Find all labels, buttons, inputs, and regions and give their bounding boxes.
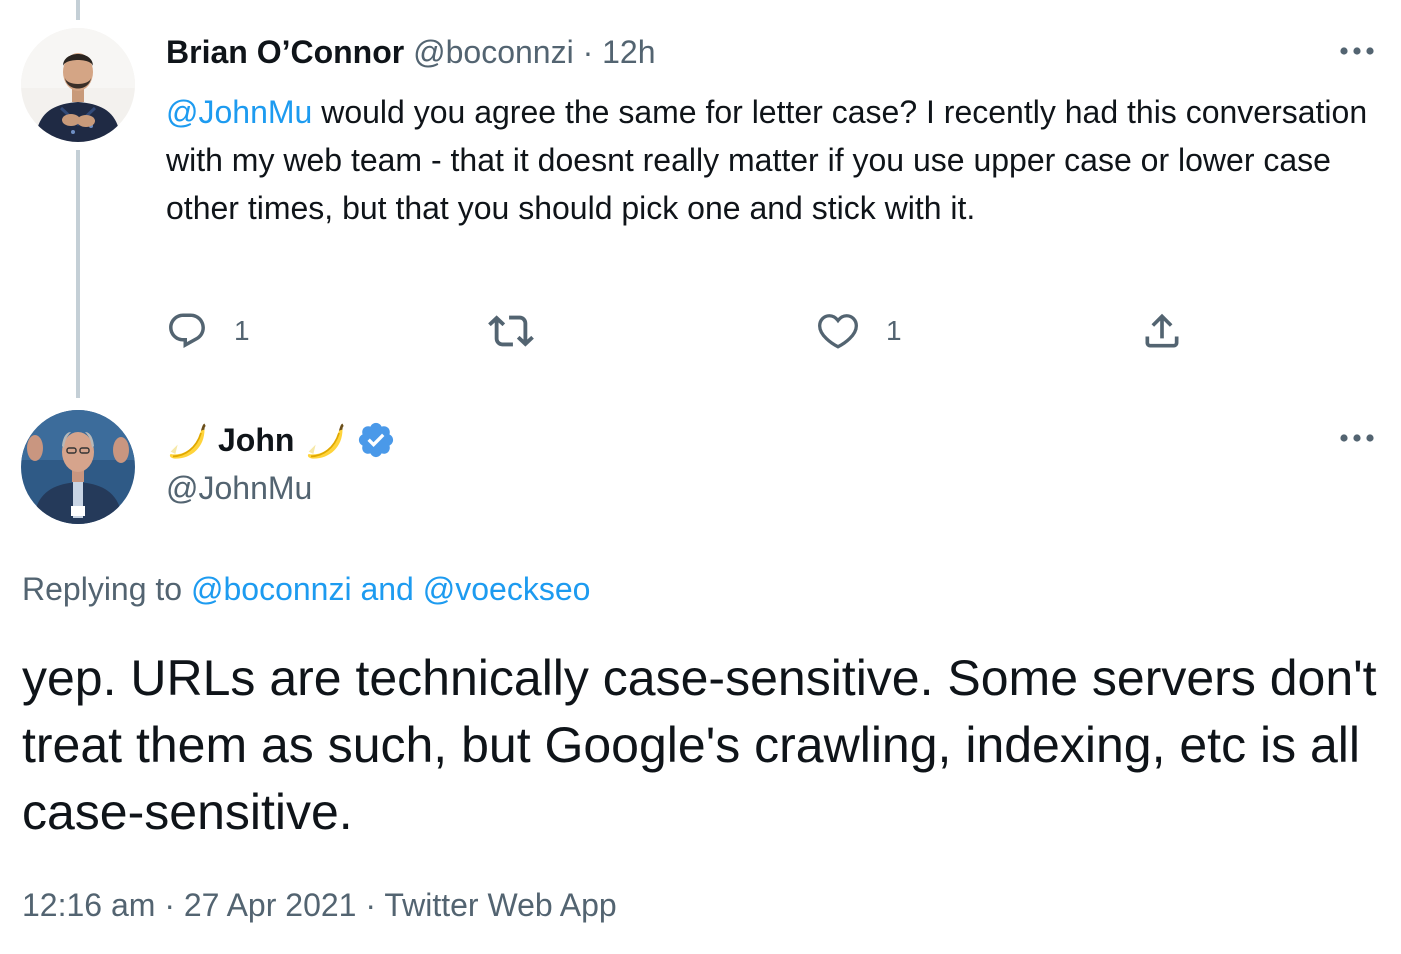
reply-button[interactable]: 1 bbox=[166, 306, 250, 356]
replying-joiner: and bbox=[351, 571, 423, 607]
share-icon bbox=[1145, 313, 1179, 348]
tweet-time[interactable]: 12:16 am bbox=[22, 887, 155, 923]
share-button[interactable] bbox=[1140, 306, 1184, 356]
more-options-button[interactable] bbox=[1337, 31, 1377, 71]
more-options-button[interactable] bbox=[1337, 418, 1377, 458]
avatar-brian[interactable] bbox=[21, 28, 135, 142]
avatar-john[interactable] bbox=[21, 410, 135, 524]
author-handle[interactable]: @boconnzi bbox=[413, 34, 574, 70]
more-dots-icon bbox=[1340, 47, 1374, 55]
reply-icon bbox=[169, 313, 205, 348]
banana-emoji-icon bbox=[169, 423, 206, 459]
more-dots-icon bbox=[1340, 434, 1374, 442]
like-button[interactable]: 1 bbox=[816, 306, 902, 356]
thread-line-top bbox=[76, 0, 80, 20]
tweet-date[interactable]: 27 Apr 2021 bbox=[184, 887, 357, 923]
tweet-actions: 1 1 bbox=[160, 306, 1200, 356]
thread-line-connector bbox=[76, 150, 80, 398]
replying-mention-2[interactable]: @voeckseo bbox=[423, 571, 591, 607]
tweet-text: @JohnMu would you agree the same for let… bbox=[166, 88, 1381, 232]
reply-count: 1 bbox=[234, 315, 250, 346]
verified-badge-icon bbox=[359, 422, 394, 458]
tweet-text: yep. URLs are technically case-sensitive… bbox=[22, 650, 1377, 840]
meta-separator: · bbox=[356, 887, 385, 923]
like-count: 1 bbox=[886, 315, 902, 346]
banana-emoji-icon bbox=[308, 423, 345, 459]
tweet-header: Brian O’Connor @boconnzi · 12h bbox=[166, 30, 656, 74]
author-name[interactable]: John bbox=[218, 422, 294, 459]
tweet-time[interactable]: 12h bbox=[602, 34, 655, 70]
meta-separator: · bbox=[155, 887, 184, 923]
retweet-button[interactable] bbox=[488, 306, 560, 356]
meta-separator: · bbox=[573, 34, 603, 70]
author-name-row[interactable]: John bbox=[166, 416, 396, 464]
mention-link[interactable]: @JohnMu bbox=[166, 94, 312, 130]
heart-icon bbox=[818, 314, 858, 349]
replying-prefix: Replying to bbox=[22, 571, 191, 607]
author-name[interactable]: Brian O’Connor bbox=[166, 34, 404, 70]
tweet-text-body: would you agree the same for letter case… bbox=[166, 94, 1368, 226]
replying-to: Replying to @boconnzi and @voeckseo bbox=[22, 566, 590, 612]
retweet-icon bbox=[488, 315, 534, 347]
replying-mention-1[interactable]: @boconnzi bbox=[191, 571, 352, 607]
tweet-source[interactable]: Twitter Web App bbox=[384, 887, 616, 923]
author-handle[interactable]: @JohnMu bbox=[166, 466, 312, 510]
tweet-metadata: 12:16 am · 27 Apr 2021 · Twitter Web App bbox=[22, 882, 617, 928]
